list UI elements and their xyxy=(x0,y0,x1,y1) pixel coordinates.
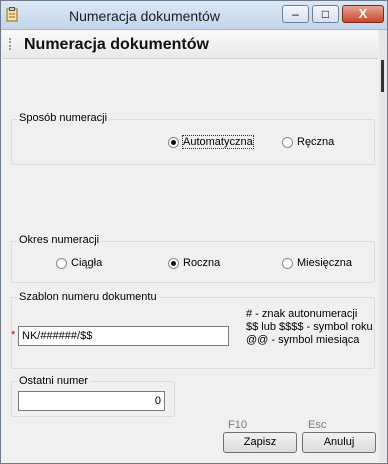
vertical-scrollbar[interactable] xyxy=(379,30,387,462)
radio-yearly[interactable]: Roczna xyxy=(168,257,220,269)
cancel-shortcut: Esc xyxy=(308,419,327,431)
maximize-icon: □ xyxy=(321,7,330,21)
radio-automatic[interactable]: Automatyczna xyxy=(168,135,254,149)
hint-month: @@ - symbol miesiąca xyxy=(246,334,360,346)
grip-icon xyxy=(9,38,14,50)
minimize-icon: – xyxy=(292,7,299,21)
radio-manual-label: Ręczna xyxy=(297,136,335,148)
save-shortcut: F10 xyxy=(228,419,247,431)
cancel-button[interactable]: Anuluj xyxy=(302,432,376,453)
radio-monthly[interactable]: Miesięczna xyxy=(282,257,352,269)
page-title: Numeracja dokumentów xyxy=(24,36,209,53)
radio-yearly-label: Roczna xyxy=(183,257,221,269)
scrollbar-thumb[interactable] xyxy=(381,60,384,92)
radio-manual[interactable]: Ręczna xyxy=(282,136,334,148)
required-marker: * xyxy=(11,329,16,341)
radio-continuous[interactable]: Ciągła xyxy=(56,257,102,269)
numbering-period-label: Okres numeracji xyxy=(17,234,102,246)
radio-unselected-icon xyxy=(56,257,67,269)
last-number-input[interactable]: 0 xyxy=(18,391,165,411)
last-number-label: Ostatni numer xyxy=(17,375,91,387)
template-input[interactable]: NK/######/$$ xyxy=(18,326,229,346)
close-button[interactable]: X xyxy=(342,5,384,23)
radio-selected-icon xyxy=(168,257,179,269)
minimize-button[interactable]: – xyxy=(282,5,309,23)
radio-unselected-icon xyxy=(282,257,293,269)
hint-autonumber: # - znak autonumeracji xyxy=(246,308,358,320)
numbering-method-label: Sposób numeracji xyxy=(17,112,110,124)
hint-year: $$ lub $$$$ - symbol roku xyxy=(246,321,373,333)
radio-continuous-label: Ciągła xyxy=(71,257,103,269)
clipboard-icon xyxy=(6,7,18,22)
window-title: Numeracja dokumentów xyxy=(69,8,220,24)
radio-unselected-icon xyxy=(282,136,293,148)
save-button[interactable]: Zapisz xyxy=(223,432,297,453)
close-icon: X xyxy=(358,6,368,21)
radio-automatic-label: Automatyczna xyxy=(182,135,254,149)
radio-monthly-label: Miesięczna xyxy=(297,257,353,269)
form-header: Numeracja dokumentów xyxy=(2,30,378,59)
dialog-window: Numeracja dokumentów – □ X Numeracja dok… xyxy=(0,0,388,464)
title-bar[interactable]: Numeracja dokumentów – □ X xyxy=(1,1,387,30)
radio-selected-icon xyxy=(168,136,179,148)
maximize-button[interactable]: □ xyxy=(312,5,339,23)
template-label: Szablon numeru dokumentu xyxy=(17,291,159,303)
